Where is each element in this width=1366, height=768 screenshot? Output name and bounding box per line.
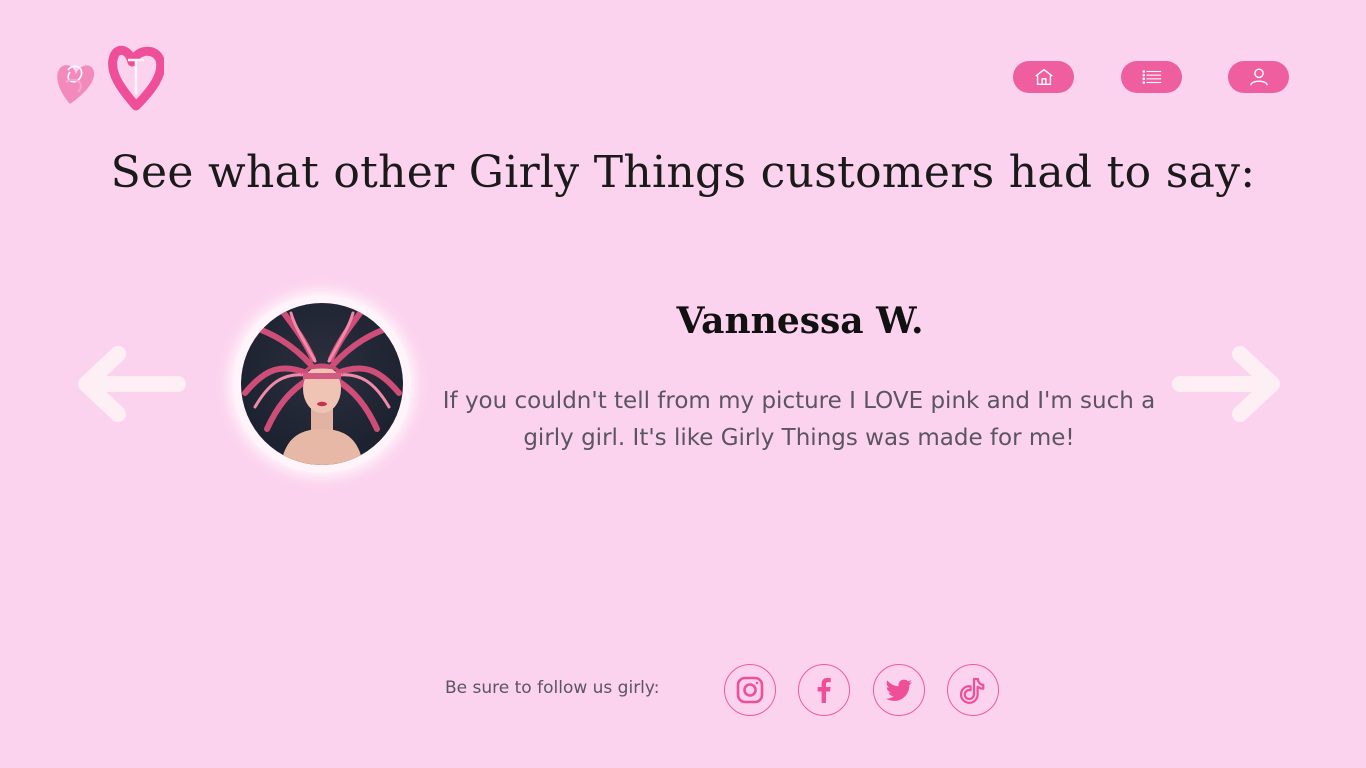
follow-label: Be sure to follow us girly:: [445, 678, 660, 698]
next-testimonial-button[interactable]: [1172, 345, 1284, 423]
customer-photo: [241, 303, 403, 465]
tiktok-link[interactable]: [947, 664, 999, 716]
page-title: See what other Girly Things customers ha…: [110, 147, 1256, 198]
twitter-icon: [885, 679, 912, 701]
nav-account-button[interactable]: [1228, 61, 1289, 93]
nav-home-button[interactable]: [1013, 61, 1074, 93]
arrow-right-icon: [1172, 346, 1280, 422]
facebook-link[interactable]: [798, 664, 850, 716]
menu-list-icon: [1141, 70, 1161, 84]
home-icon: [1034, 68, 1053, 86]
prev-testimonial-button[interactable]: [74, 345, 186, 423]
brand-logo[interactable]: [52, 42, 166, 112]
facebook-icon: [817, 677, 831, 703]
avatar: [233, 295, 411, 473]
testimonial-quote: If you couldn't tell from my picture I L…: [442, 388, 1156, 451]
tiktok-icon: [959, 677, 985, 704]
twitter-link[interactable]: [873, 664, 925, 716]
nav-menu-button[interactable]: [1121, 61, 1182, 93]
reviewer-name: Vannessa W.: [676, 300, 924, 342]
instagram-link[interactable]: [724, 664, 776, 716]
user-icon: [1249, 68, 1268, 86]
heart-logo-icon: [57, 45, 166, 111]
arrow-left-icon: [78, 346, 186, 422]
instagram-icon: [736, 676, 764, 704]
